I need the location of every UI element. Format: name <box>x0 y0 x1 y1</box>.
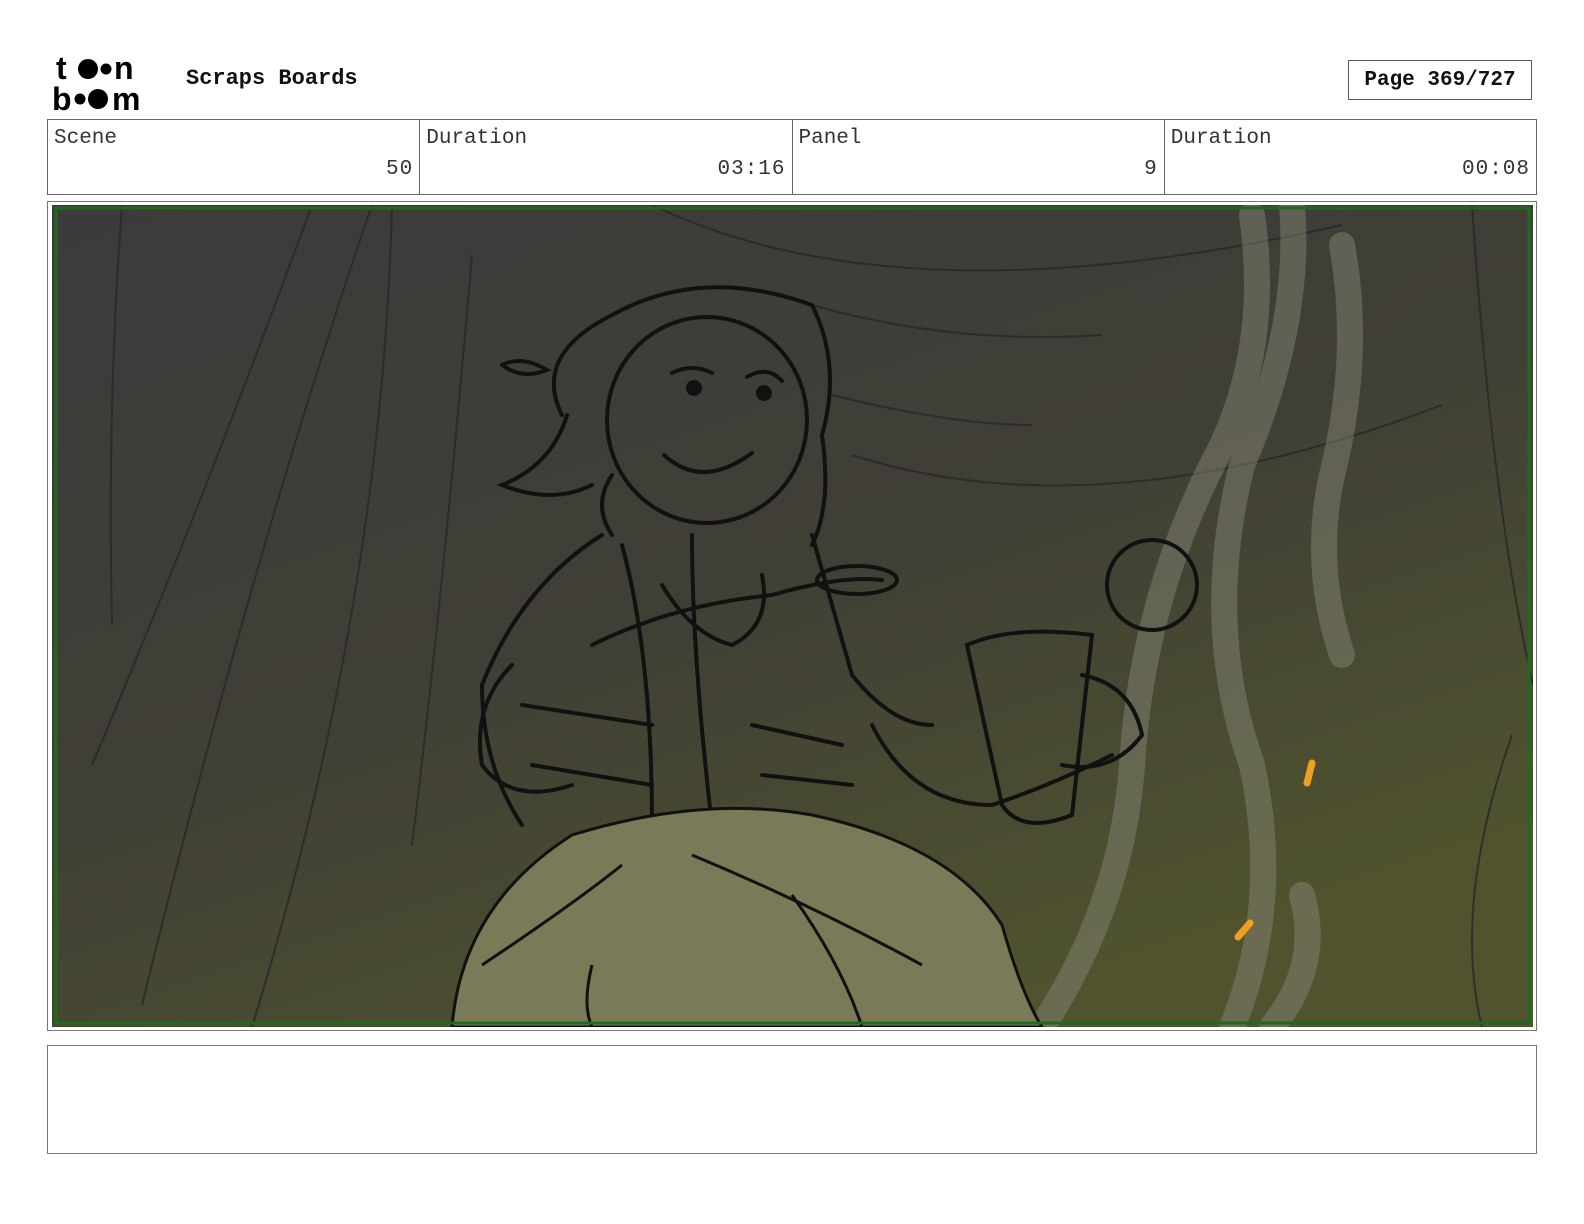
info-row: Scene 50 Duration 03:16 Panel 9 Duration… <box>47 119 1537 195</box>
panel-duration-value: 00:08 <box>1461 158 1530 181</box>
toon-boom-logo: t n b m <box>52 50 140 112</box>
panel-duration-label: Duration <box>1170 127 1272 150</box>
panel-label: Panel <box>798 127 862 150</box>
storyboard-panel-image <box>52 205 1533 1027</box>
scene-duration-label: Duration <box>426 127 528 150</box>
panel-cell: Panel 9 <box>793 120 1165 194</box>
document-title: Scraps Boards <box>186 66 358 91</box>
scene-cell: Scene 50 <box>48 120 421 194</box>
svg-text:m: m <box>112 81 140 112</box>
scene-label: Scene <box>54 127 118 150</box>
page-indicator: Page 369/727 <box>1348 60 1532 100</box>
panel-value: 9 <box>1144 158 1158 181</box>
svg-text:b: b <box>52 81 72 112</box>
spark-1 <box>1303 759 1316 787</box>
scene-duration-value: 03:16 <box>717 158 786 181</box>
scene-value: 50 <box>386 158 414 181</box>
panel-notes[interactable] <box>47 1045 1537 1154</box>
scene-duration-cell: Duration 03:16 <box>420 120 793 194</box>
panel-duration-cell: Duration 00:08 <box>1165 120 1536 194</box>
